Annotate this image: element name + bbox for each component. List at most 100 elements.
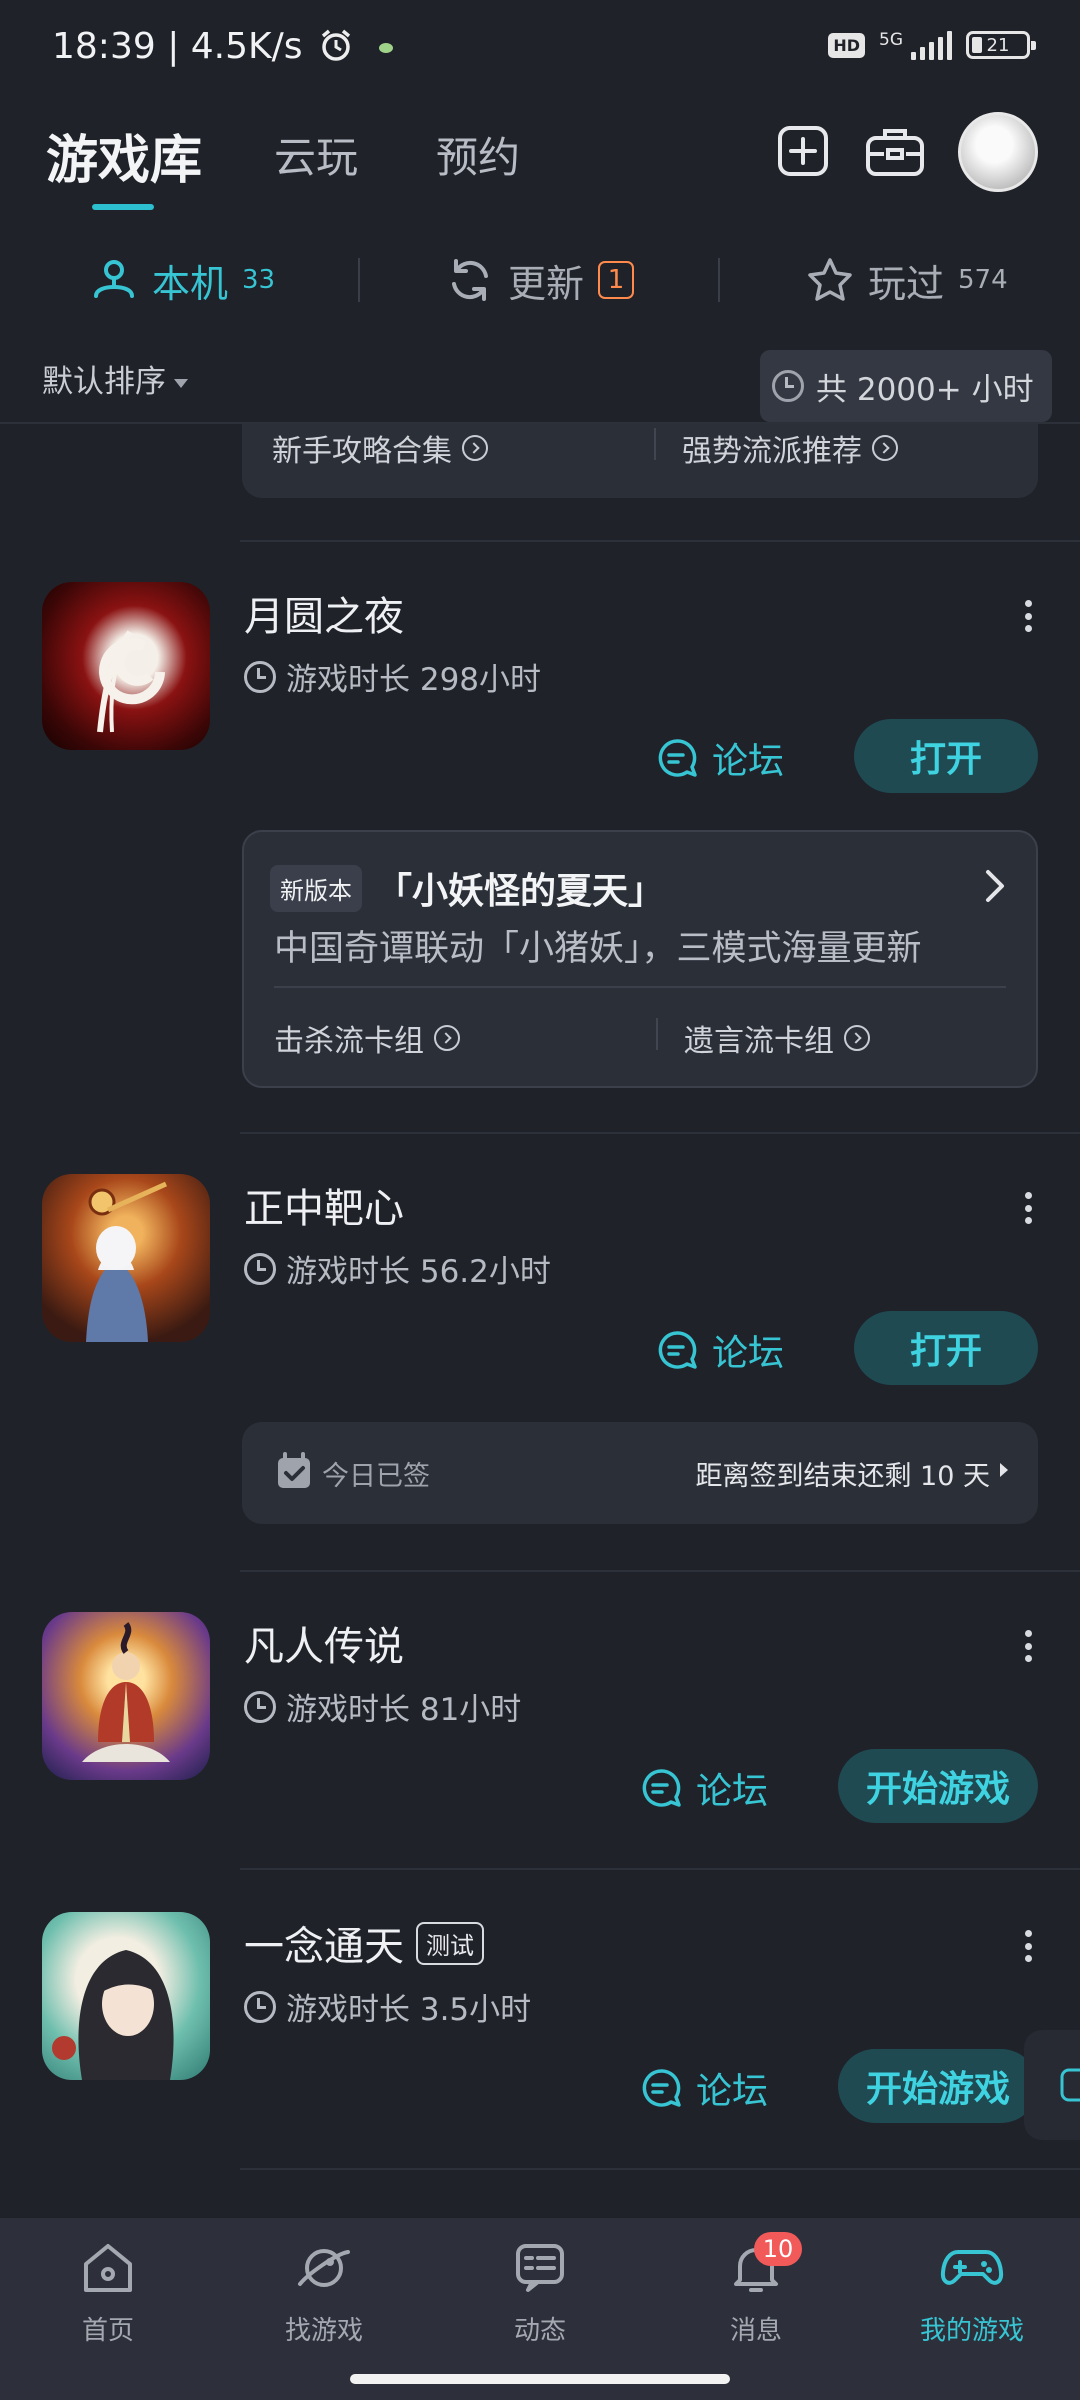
new-version-tag: 新版本 [270,864,362,912]
forum-button[interactable]: 论坛 [640,1762,768,1814]
battery-level: 21 [986,34,1010,56]
version-title-row: 新版本 「小妖怪的夏天」 [270,862,664,914]
segment-played[interactable]: 玩过 574 [806,250,1008,310]
floating-side-tab[interactable] [1024,2030,1080,2140]
forum-button[interactable]: 论坛 [656,732,784,784]
mortal-legend-art [82,1622,170,1762]
deck-link-lastwords[interactable]: 遗言流卡组 [684,1016,870,1060]
guide-link-recommend-label: 强势流派推荐 [682,434,862,469]
forum-label: 论坛 [696,1771,769,1812]
tab-cloud-play[interactable]: 云玩 [274,124,358,185]
home-indicator [350,2374,730,2384]
test-badge: 测试 [416,1921,484,1965]
forum-label: 论坛 [712,1333,785,1374]
nav-find-games-label: 找游戏 [284,2316,363,2346]
nav-feed[interactable]: 动态 [470,2240,610,2347]
status-bar: 18:39 | 4.5K/s HD 5G 21 [0,0,1080,96]
game-icon-mortal-legend[interactable] [42,1612,210,1780]
nav-home[interactable]: 首页 [38,2240,178,2347]
clock-icon [244,660,276,693]
gamepad-icon [940,2250,1004,2285]
segment-local[interactable]: 本机 33 [90,250,275,310]
game-name-text: 凡人传说 [244,1624,404,1670]
start-game-button[interactable]: 开始游戏 [838,2049,1038,2123]
segment-local-count: 33 [242,265,276,295]
nav-home-label: 首页 [81,2316,134,2346]
game-name[interactable]: 一念通天 测试 [244,1914,484,1972]
deck-link-kill[interactable]: 击杀流卡组 [274,1016,460,1060]
game-divider [240,1570,1080,1572]
version-title: 「小妖怪的夏天」 [376,871,665,912]
game-name[interactable]: 正中靶心 [244,1176,404,1234]
game-name-text: 正中靶心 [244,1186,404,1232]
sort-label: 默认排序 [42,364,166,400]
forum-button[interactable]: 论坛 [640,2062,768,2114]
sort-dropdown[interactable]: 默认排序 [42,356,188,401]
app-dot-icon [379,43,394,53]
game-playtime: 游戏时长 298小时 [244,654,541,699]
game-name[interactable]: 凡人传说 [244,1614,404,1672]
game-icon-bullseye[interactable] [42,1174,210,1342]
nav-my-games[interactable]: 我的游戏 [902,2240,1042,2347]
segment-divider [718,258,720,302]
caret-down-icon [174,379,188,388]
checkin-card[interactable]: 今日已签 距离签到结束还剩 10 天 [242,1422,1038,1524]
nav-find-games[interactable]: 找游戏 [254,2240,394,2347]
more-options-icon[interactable] [1018,1626,1038,1666]
clock-icon [244,1990,276,2023]
battery-icon: 21 [966,31,1036,59]
message-count-badge: 10 [754,2232,802,2266]
add-icon[interactable] [772,124,832,180]
start-game-button[interactable]: 开始游戏 [838,1749,1038,1823]
version-card[interactable]: 新版本 「小妖怪的夏天」 中国奇谭联动「小猪妖」，三模式海量更新 击杀流卡组 遗… [242,830,1038,1088]
forum-label: 论坛 [696,2071,769,2112]
game-playtime-text: 游戏时长 3.5小时 [286,1992,532,2028]
guide-link-recommend[interactable]: 强势流派推荐 [682,426,898,470]
segment-update[interactable]: 更新 1 [446,250,635,310]
segment-played-label: 玩过 [868,261,945,306]
more-options-icon[interactable] [1018,1188,1038,1228]
more-options-icon[interactable] [1018,1926,1038,1966]
open-button[interactable]: 打开 [854,1311,1038,1385]
refresh-icon [452,259,488,301]
toolbox-icon[interactable] [864,124,926,180]
update-count-badge: 1 [598,261,635,299]
tab-game-library[interactable]: 游戏库 [46,118,202,193]
game-icon-yinian-tongtian[interactable] [42,1912,210,2080]
forum-button[interactable]: 论坛 [656,1324,784,1376]
bullseye-art [86,1181,168,1342]
arrow-circle-icon [462,435,488,461]
version-card-divider [274,986,1006,988]
segment-divider [358,258,360,302]
moon-night-art [97,630,165,733]
more-options-icon[interactable] [1018,596,1038,636]
clock-icon [244,1690,276,1723]
forum-icon [642,2069,681,2107]
guide-link-beginner[interactable]: 新手攻略合集 [272,426,488,470]
arrow-circle-icon [872,435,898,461]
status-right: HD 5G 21 [828,30,1036,60]
home-icon [84,2244,132,2292]
game-playtime: 游戏时长 3.5小时 [244,1984,531,2029]
user-avatar[interactable] [958,112,1038,192]
side-tab-icon [1060,2068,1080,2102]
game-playtime-text: 游戏时长 81小时 [286,1692,522,1728]
forum-icon [642,1769,681,1807]
nav-my-games-label: 我的游戏 [919,2316,1024,2346]
total-hours[interactable]: 共 2000+ 小时 [760,350,1052,422]
tab-reservation[interactable]: 预约 [436,124,520,185]
forum-icon [658,1331,697,1369]
deck-link-lastwords-label: 遗言流卡组 [684,1024,834,1059]
game-divider [240,2168,1080,2170]
forum-label: 论坛 [712,741,785,782]
game-playtime-text: 游戏时长 298小时 [286,662,542,698]
deck-link-kill-label: 击杀流卡组 [274,1024,424,1059]
segment-update-label: 更新 [508,261,585,306]
forum-icon [658,739,697,777]
game-icon-moon-night[interactable] [42,582,210,750]
star-icon [808,258,852,301]
open-button[interactable]: 打开 [854,719,1038,793]
game-divider [240,1132,1080,1134]
game-name[interactable]: 月圆之夜 [244,584,404,642]
feed-icon [516,2244,564,2292]
